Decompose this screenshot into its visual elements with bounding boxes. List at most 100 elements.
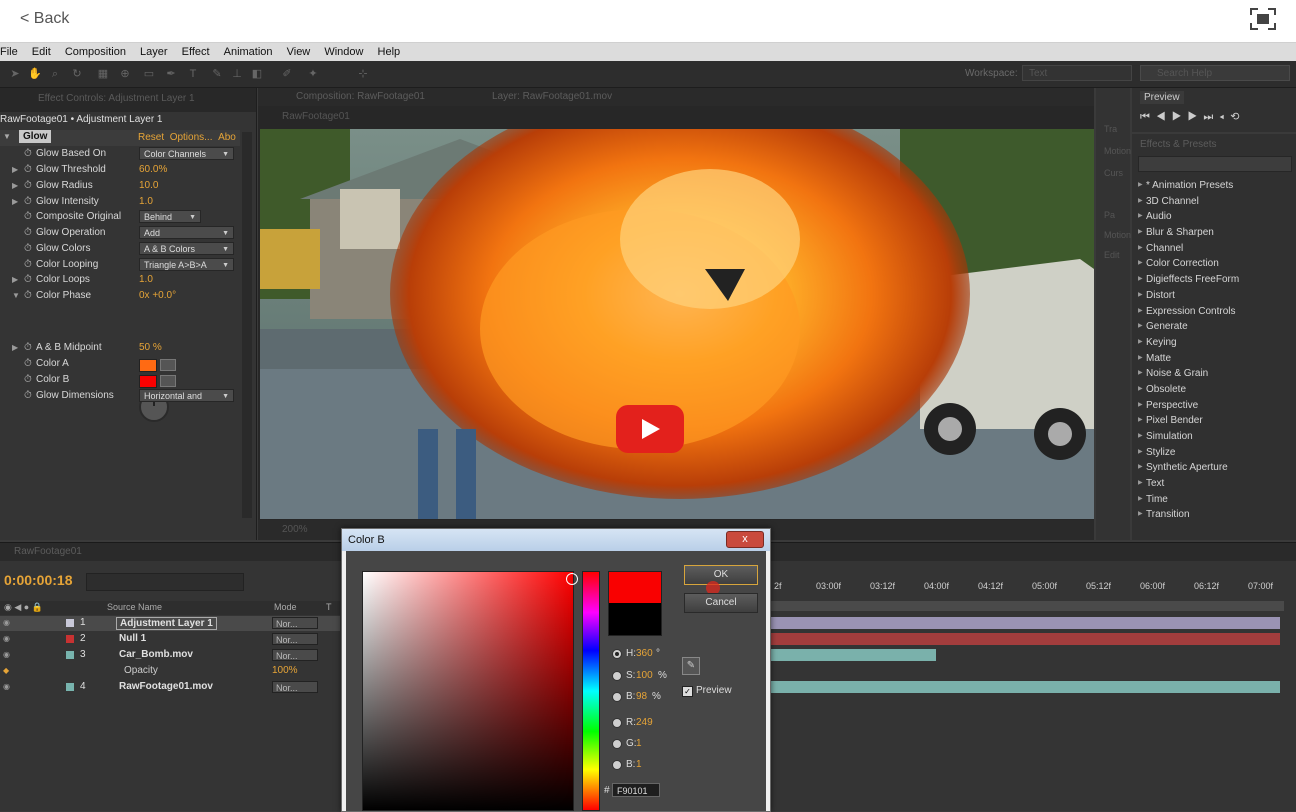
collapse-arrow-icon[interactable]: ▼ [3,132,11,141]
label-color-swatch[interactable] [66,619,74,627]
stopwatch-icon[interactable]: ⏱ [24,243,32,254]
stopwatch-icon[interactable]: ⏱ [24,148,32,159]
first-frame-icon[interactable]: ⏮ [1140,111,1156,123]
layer-tab[interactable]: Layer: RawFootage01.mov [492,91,612,102]
eyedropper-icon[interactable] [160,359,176,371]
current-color-swatch[interactable] [608,603,662,636]
fx-simulation[interactable]: Simulation [1138,429,1288,445]
stopwatch-icon[interactable]: ⏱ [24,196,32,207]
timeline-layer-row[interactable]: ◉ 2 Null 1 Nor... [0,632,340,647]
hue-value[interactable]: 360 [636,648,653,659]
preview-checkbox[interactable]: ✓ Preview [682,685,732,697]
fx-stylize[interactable]: Stylize [1138,445,1288,461]
eyedropper-icon[interactable]: ✎ [682,657,700,675]
expand-arrow-icon[interactable]: ▶ [12,197,18,206]
saturation-value[interactable]: 100 [636,670,653,681]
fx-3d-channel[interactable]: 3D Channel [1138,194,1288,210]
search-help-input[interactable]: Search Help [1140,65,1290,81]
opacity-value[interactable]: 100% [272,665,298,676]
timeline-search-input[interactable] [86,573,244,591]
radio-dot[interactable] [612,739,622,749]
fx-generate[interactable]: Generate [1138,319,1288,335]
layer-duration-bar[interactable] [770,617,1280,629]
timeline-layer-row[interactable]: ◉ 3 Car_Bomb.mov Nor... [0,648,340,663]
keyframe-icon[interactable]: ◆ [3,666,9,675]
fx-obsolete[interactable]: Obsolete [1138,382,1288,398]
menu-file[interactable]: File [0,43,18,61]
loop-icon[interactable]: ⟲ [1230,111,1245,123]
fx-transition[interactable]: Transition [1138,507,1288,523]
blue-radio[interactable]: B: 1 [612,758,812,772]
workspace-select[interactable]: Text [1022,65,1132,81]
fx-color-correction[interactable]: Color Correction [1138,256,1288,272]
radio-dot[interactable] [612,692,622,702]
color-phase-value[interactable]: 0x +0.0° [139,290,176,301]
hex-input[interactable]: F90101 [612,783,660,797]
glow-radius-value[interactable]: 10.0 [139,180,158,191]
stopwatch-icon[interactable]: ⏱ [24,259,32,270]
hue-slider[interactable] [582,571,600,811]
zoom-level[interactable]: 200% [282,524,308,535]
ok-button[interactable]: OK [684,565,758,585]
composite-original-dropdown[interactable]: Behind [139,210,201,224]
menu-view[interactable]: View [287,43,311,61]
fullscreen-icon[interactable] [1250,8,1276,30]
fx-noise-grain[interactable]: Noise & Grain [1138,366,1288,382]
saturation-radio[interactable]: S: 100 % [612,669,812,683]
mode-header[interactable]: Mode [274,602,297,612]
preview-tab[interactable]: Preview [1140,91,1184,104]
layer-name[interactable]: RawFootage01.mov [119,681,213,692]
effect-controls-scrollbar[interactable] [242,132,252,518]
source-name-header[interactable]: Source Name [107,602,162,612]
layer-duration-bar[interactable] [770,681,1280,693]
expand-arrow-icon[interactable]: ▶ [12,343,18,352]
selection-tool-icon[interactable]: ➤ [8,67,22,81]
fx-channel[interactable]: Channel [1138,241,1288,257]
expand-arrow-icon[interactable]: ▶ [12,181,18,190]
menu-composition[interactable]: Composition [65,43,126,61]
layer-mode-dropdown[interactable]: Nor... [272,617,318,629]
green-value[interactable]: 1 [636,738,642,749]
eye-icon[interactable]: ◉ [3,650,10,659]
red-value[interactable]: 249 [636,717,653,728]
eye-icon[interactable]: ◉ [3,634,10,643]
eye-icon[interactable]: ◉ [3,618,10,627]
stopwatch-icon[interactable]: ⏱ [24,180,32,191]
stopwatch-icon[interactable]: ⏱ [24,211,32,222]
last-frame-icon[interactable]: ⏭ [1203,111,1219,123]
layer-name[interactable]: Adjustment Layer 1 [116,617,217,630]
video-play-button[interactable] [616,405,684,453]
clone-tool-icon[interactable]: ⊥ [230,67,244,81]
stopwatch-icon[interactable]: ⏱ [24,227,32,238]
cancel-button[interactable]: Cancel [684,593,758,613]
camera-tool-icon[interactable]: ▦ [96,67,110,81]
timeline-layer-row[interactable]: ◉ 4 RawFootage01.mov Nor... [0,680,340,695]
zoom-tool-icon[interactable]: ⌕ [48,67,62,81]
fx-digieffects-freeform[interactable]: Digieffects FreeForm [1138,272,1288,288]
hand-tool-icon[interactable]: ✋ [28,67,42,81]
layer-name[interactable]: Null 1 [119,633,146,644]
label-color-swatch[interactable] [66,651,74,659]
layer-duration-bar[interactable] [770,633,1280,645]
timeline-layer-row[interactable]: ◉ 1 Adjustment Layer 1 Nor... [0,616,340,631]
expand-arrow-icon[interactable]: ▶ [12,165,18,174]
menu-layer[interactable]: Layer [140,43,168,61]
fx-distort[interactable]: Distort [1138,288,1288,304]
stopwatch-icon[interactable]: ⏱ [24,290,32,301]
glow-dimensions-dropdown[interactable]: Horizontal and [139,389,234,403]
green-radio[interactable]: G: 1 [612,737,812,751]
stopwatch-icon[interactable]: ⏱ [24,358,32,369]
back-button[interactable]: < Back [20,10,69,28]
label-color-swatch[interactable] [66,683,74,691]
effects-search-input[interactable] [1138,156,1292,172]
stopwatch-icon[interactable]: ⏱ [24,374,32,385]
roto-brush-tool-icon[interactable]: ✐ [280,67,294,81]
red-radio[interactable]: R: 249 [612,716,812,730]
layer-name[interactable]: Car_Bomb.mov [119,649,193,660]
composition-video-frame[interactable] [260,129,1094,519]
brightness-value[interactable]: 98 [636,691,647,702]
trkmat-header[interactable]: T [326,602,332,612]
current-timecode[interactable]: 0:00:00:18 [4,572,73,588]
menu-animation[interactable]: Animation [224,43,273,61]
composition-subtab[interactable]: RawFootage01 [282,111,350,122]
